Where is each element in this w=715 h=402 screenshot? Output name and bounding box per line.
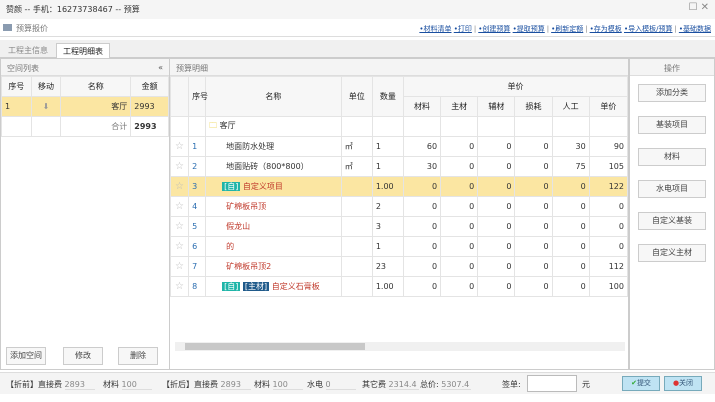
collapse-icon[interactable]: «: [158, 63, 163, 72]
add-space-button[interactable]: 添加空间: [6, 347, 46, 365]
tab-project-info[interactable]: 工程主信息: [2, 43, 54, 58]
toolbar: 预算报价 •材料清单 •打印 | •创建预算 •提取预算 | •刷新定额 | •存为模板 •…: [0, 19, 715, 37]
link-base-data[interactable]: •基础数据: [679, 25, 711, 33]
close-icon[interactable]: ✕: [701, 2, 709, 13]
star-icon[interactable]: ☆: [170, 276, 190, 297]
table-row[interactable]: ☆ 2 地面贴砖（800*800）㎡ 1 30 0 0 0 75 105: [170, 156, 628, 177]
table-row[interactable]: ☆ 8 [自] [主材] 自定义石膏板 1.00 0 0 0 0 0 100: [170, 276, 628, 297]
folder-icon: 🗀: [209, 120, 218, 130]
subheader: 单价: [588, 96, 628, 117]
monitor-icon: [3, 24, 12, 31]
window-title: 赞颜 -- 手机：16273738467 -- 预算: [6, 5, 140, 14]
delete-button[interactable]: 删除: [118, 347, 158, 365]
tab-project-detail[interactable]: 工程明细表: [56, 43, 110, 58]
star-icon[interactable]: ☆: [170, 256, 190, 277]
tag: [自]: [222, 282, 241, 291]
star-icon[interactable]: ☆: [170, 196, 190, 217]
arrow-down-icon[interactable]: ⬇: [30, 96, 62, 117]
table-row[interactable]: ☆ 7 矿棉板吊顶2 23 0 0 0 0 0 112: [170, 256, 628, 277]
subheader: 主材: [440, 96, 479, 117]
custom-base-button[interactable]: 自定义基装: [638, 212, 706, 230]
base-items-button[interactable]: 基装项目: [638, 116, 706, 134]
table-row[interactable]: 1 ⬇ 客厅 2993: [1, 96, 169, 117]
subheader: 人工: [551, 96, 590, 117]
budget-table: 序号 名称 单位 数量 单价 材料 主材 辅材 损耗 人工 单价 🗀 客厅 ☆ 1 地面防水处理㎡ 1 6…: [170, 76, 628, 297]
tag: [自]: [222, 182, 241, 191]
horizontal-scrollbar[interactable]: [175, 342, 625, 351]
subheader: 材料: [402, 96, 442, 117]
table-row[interactable]: ☆ 6 的 1 0 0 0 0 0 0: [170, 236, 628, 257]
subheader: 损耗: [514, 96, 553, 117]
link-create-budget[interactable]: •创建预算: [478, 25, 510, 33]
budget-detail-panel: 预算明细 序号 名称 单位 数量 单价 材料 主材 辅材 损耗 人工 单价 🗀 客厅 ☆ 1 地面防水…: [170, 58, 629, 370]
total-row: 合计 2993: [1, 116, 169, 137]
link-extract-budget[interactable]: •提取预算: [513, 25, 545, 33]
star-icon[interactable]: ☆: [170, 136, 190, 157]
table-row[interactable]: ☆ 3 [自] 自定义项目 1.00 0 0 0 0 0 122: [170, 176, 628, 197]
summary-bar: 【折前】直接费 2893 材料 100 【折后】直接费 2893 材料 100 …: [0, 372, 715, 394]
star-icon[interactable]: ☆: [170, 236, 190, 257]
link-print[interactable]: •打印: [454, 25, 472, 33]
toolbar-label: 预算报价: [16, 24, 48, 33]
add-category-button[interactable]: 添加分类: [638, 84, 706, 102]
link-save-template[interactable]: •存为模板: [590, 25, 622, 33]
sign-amount-input[interactable]: [527, 375, 577, 392]
space-list-panel: 空间列表 « 序号 移动 名称 金额 1 ⬇ 客厅 2993 合计 2993 添加空间 修改 删…: [0, 58, 170, 370]
star-icon[interactable]: ☆: [170, 156, 190, 177]
star-icon[interactable]: ☆: [170, 216, 190, 237]
tag: [主材]: [242, 282, 270, 291]
operations-panel: 操作 添加分类 基装项目 材料 水电项目 自定义基装 自定义主材: [629, 58, 715, 370]
link-import-template[interactable]: •导入模板/预算: [624, 25, 673, 33]
title-bar: 赞颜 -- 手机：16273738467 -- 预算 ☐ ✕: [0, 0, 715, 19]
materials-button[interactable]: 材料: [638, 148, 706, 166]
tab-bar: 工程主信息 工程明细表: [0, 40, 715, 58]
table-row[interactable]: ☆ 1 地面防水处理㎡ 1 60 0 0 0 30 90: [170, 136, 628, 157]
table-row[interactable]: ☆ 5 假龙山 3 0 0 0 0 0 0: [170, 216, 628, 237]
group-row: 🗀 客厅: [170, 116, 628, 137]
custom-main-material-button[interactable]: 自定义主材: [638, 244, 706, 262]
toolbar-links: •材料清单 •打印 | •创建预算 •提取预算 | •刷新定额 | •存为模板 •导入模板/…: [419, 25, 711, 33]
link-material-list[interactable]: •材料清单: [419, 25, 451, 33]
close-button[interactable]: ●关闭: [664, 376, 702, 391]
scrollbar-thumb[interactable]: [185, 343, 365, 350]
panel-header: 预算明细: [170, 59, 628, 76]
table-row[interactable]: ☆ 4 矿棉板吊顶 2 0 0 0 0 0 0: [170, 196, 628, 217]
star-icon[interactable]: ☆: [170, 176, 190, 197]
maximize-icon[interactable]: ☐: [688, 2, 697, 13]
submit-button[interactable]: ✔提交: [622, 376, 660, 391]
subheader: 辅材: [477, 96, 516, 117]
space-table: 序号 移动 名称 金额 1 ⬇ 客厅 2993 合计 2993: [1, 76, 169, 137]
plumbing-electric-button[interactable]: 水电项目: [638, 180, 706, 198]
panel-header: 空间列表 «: [1, 59, 169, 76]
edit-button[interactable]: 修改: [63, 347, 103, 365]
link-refresh-quota[interactable]: •刷新定额: [551, 25, 583, 33]
